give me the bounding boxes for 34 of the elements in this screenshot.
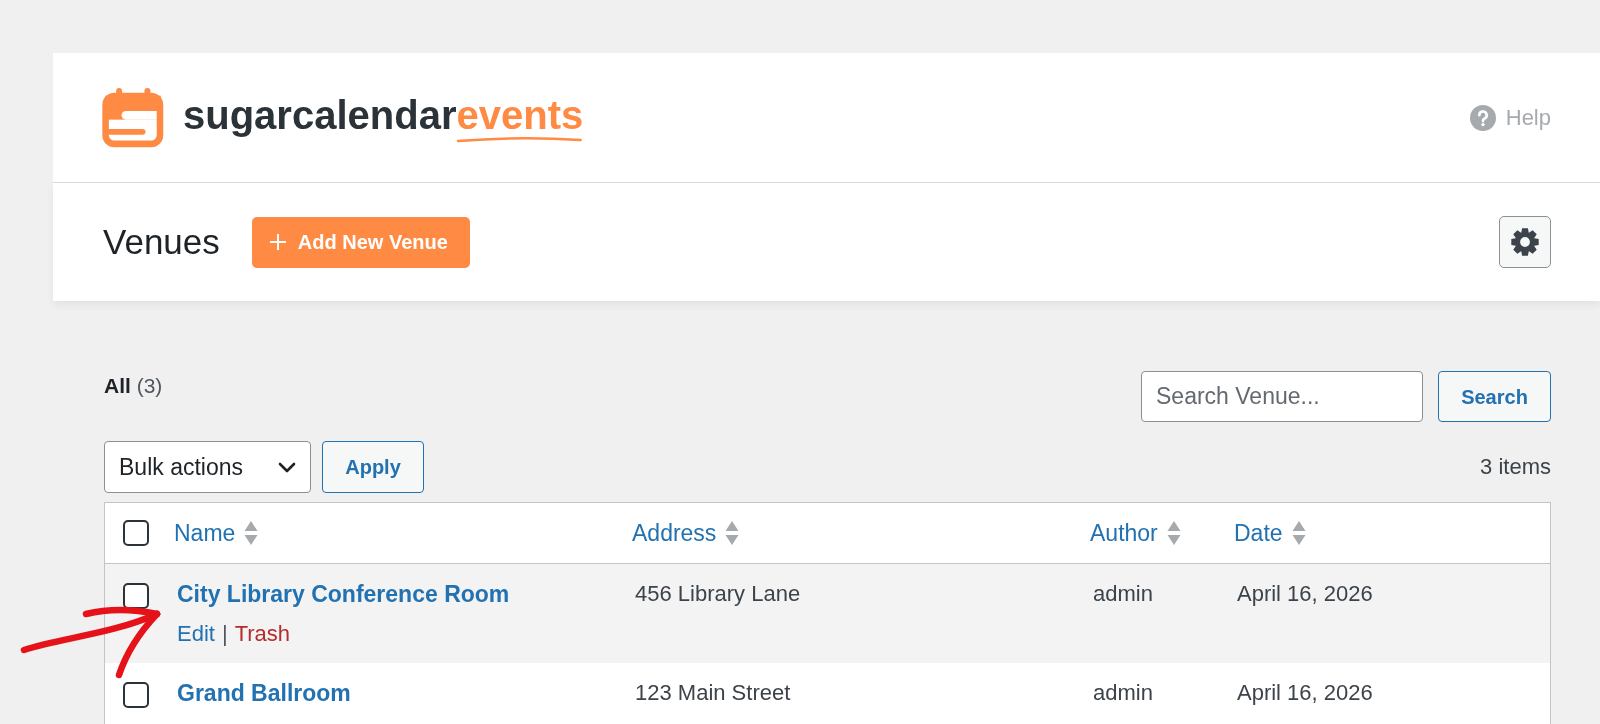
trash-link[interactable]: Trash — [234, 621, 291, 647]
page-title: Venues — [103, 222, 220, 262]
table-cell: admin — [1093, 581, 1153, 606]
search-button[interactable]: Search — [1438, 371, 1551, 422]
calendar-logo-icon — [102, 87, 164, 148]
search-field[interactable]: Search Venue... — [1141, 371, 1423, 422]
bulk-actions-dropdown[interactable]: Bulk actions — [104, 441, 311, 493]
edit-link[interactable]: Edit — [177, 621, 215, 647]
column-header-link[interactable]: Name — [174, 519, 259, 546]
logo-text: sugarcalendar — [183, 92, 457, 137]
column-header-link[interactable]: Author — [1090, 519, 1181, 546]
view-filter-link[interactable]: All (3) — [104, 374, 163, 398]
select-all-checkbox[interactable] — [123, 520, 149, 546]
table-cell: 123 Main Street — [635, 680, 791, 705]
logo-suffix-text: events — [456, 92, 584, 137]
column-header-link[interactable]: Date — [1234, 519, 1306, 546]
action-separator: | — [221, 621, 228, 647]
plus-icon — [269, 234, 286, 250]
table-cell: 456 Library Lane — [635, 581, 801, 606]
chevron-down-icon — [278, 461, 296, 473]
venue-name-link[interactable]: Grand Ballroom — [177, 680, 351, 706]
settings-button[interactable] — [1499, 216, 1551, 268]
table-cell: admin — [1093, 680, 1153, 705]
swoosh-underline-icon — [456, 134, 584, 143]
venue-name-link[interactable]: City Library Conference Room — [177, 581, 510, 607]
row-checkbox[interactable] — [123, 583, 149, 609]
help-icon — [1469, 104, 1496, 131]
row-checkbox[interactable] — [123, 682, 149, 708]
table-cell: April 16, 2026 — [1237, 581, 1373, 606]
table-cell: April 16, 2026 — [1237, 680, 1373, 705]
item-count-text: 3 items — [1480, 454, 1551, 479]
column-header-link[interactable]: Address — [632, 519, 740, 546]
apply-button[interactable]: Apply — [322, 441, 424, 493]
settings-icon — [1511, 228, 1539, 256]
